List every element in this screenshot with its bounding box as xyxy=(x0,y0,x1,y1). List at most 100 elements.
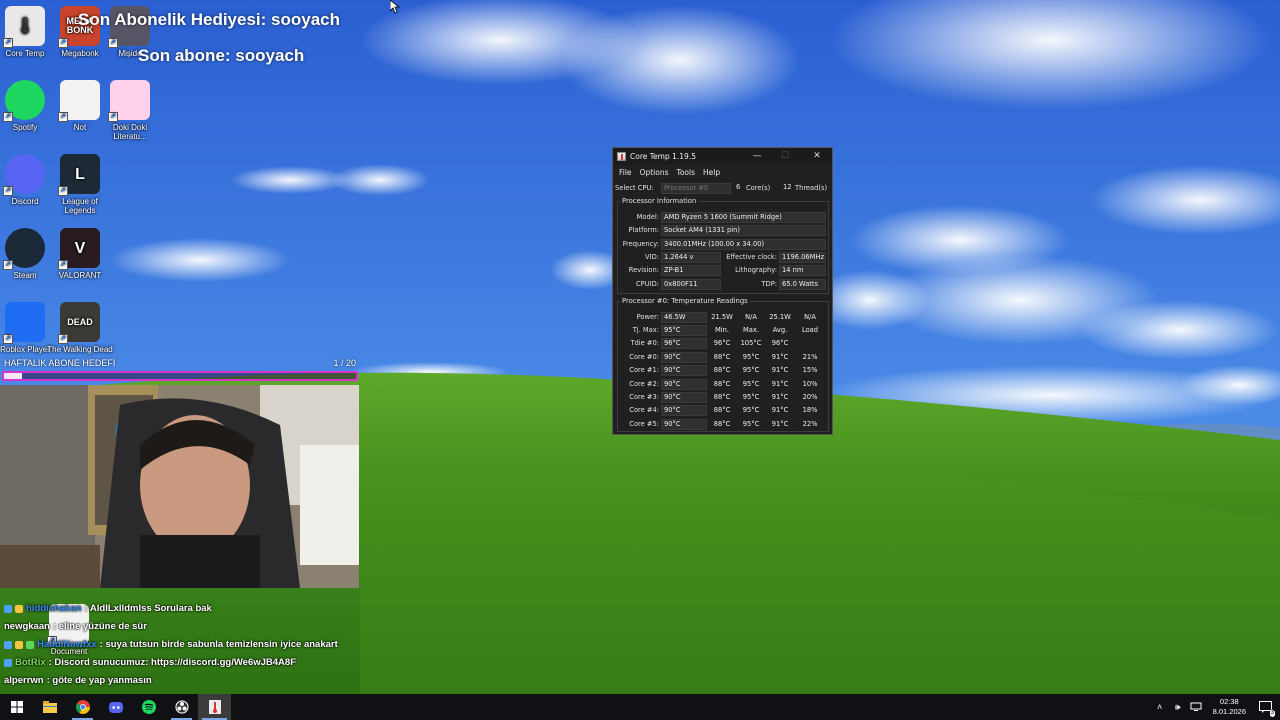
revision-label: Revision: xyxy=(628,266,659,274)
chat-text: : göte de yap yanmasın xyxy=(46,675,152,686)
obs-icon xyxy=(174,700,189,714)
minimize-button[interactable]: — xyxy=(743,148,771,165)
start-button[interactable] xyxy=(0,694,33,720)
desktop-icon-valorant[interactable]: V ↗ VALORANT xyxy=(47,228,113,280)
core-min: 88°C xyxy=(713,379,731,388)
power-label: Power: xyxy=(636,313,659,321)
chat-message: BotRix: Discord sunucumuz: https://disco… xyxy=(4,654,424,672)
effective-clock-label: Effective clock: xyxy=(726,253,777,261)
desktop-icon-doki-doki-literatu[interactable]: ↗ Doki Doki Literatu... xyxy=(97,80,163,141)
core-label: Core #5: xyxy=(629,419,659,428)
shortcut-arrow-icon: ↗ xyxy=(58,260,68,270)
app-icon: ↗ xyxy=(3,302,45,344)
core-load: 18% xyxy=(802,406,818,415)
core-avg: 91°C xyxy=(771,392,789,401)
window-titlebar[interactable]: Core Temp 1.19.5 — ☐ ✕ xyxy=(613,148,832,165)
taskbar-file-explorer[interactable] xyxy=(33,694,66,720)
column-min-header: Min. xyxy=(715,326,729,334)
core-label: Core #3: xyxy=(629,392,659,401)
revision-value: ZP-B1 xyxy=(661,265,721,276)
clock[interactable]: 02:38 8.01.2026 xyxy=(1213,697,1246,717)
chat-badge-icon xyxy=(26,641,34,649)
last-sub-overlay: Son abone: sooyach xyxy=(138,46,305,65)
chat-badge-icon xyxy=(4,641,12,649)
app-glyph: V xyxy=(74,239,86,257)
taskbar-discord[interactable] xyxy=(99,694,132,720)
network-icon[interactable] xyxy=(1189,700,1203,714)
spotify-icon xyxy=(141,700,156,714)
cpuid-value: 0x800F11 xyxy=(661,279,721,290)
taskbar-core-temp[interactable] xyxy=(198,694,231,720)
vid-label: VID: xyxy=(645,253,659,261)
window-title: Core Temp 1.19.5 xyxy=(630,152,696,161)
thermometer-icon xyxy=(617,152,626,161)
app-glyph: 🌡 xyxy=(14,17,36,35)
core-min: 88°C xyxy=(713,366,731,375)
core-avg: 91°C xyxy=(771,366,789,375)
shortcut-arrow-icon: ↗ xyxy=(58,186,68,196)
select-cpu-dropdown[interactable]: Processor #0 xyxy=(661,183,731,194)
notification-count: 3 xyxy=(1269,710,1275,717)
clock-time: 02:38 xyxy=(1219,697,1239,706)
lithography-value: 14 nm xyxy=(779,265,826,276)
core-label: Core #1: xyxy=(629,366,659,375)
taskbar-spotify[interactable] xyxy=(132,694,165,720)
clock-date: 8.01.2026 xyxy=(1212,707,1246,716)
core-temp-window[interactable]: Core Temp 1.19.5 — ☐ ✕ File Options Tool… xyxy=(612,147,833,435)
desktop-icon-league-of-legends[interactable]: L ↗ League of Legends xyxy=(47,154,113,215)
core-load: 15% xyxy=(802,366,818,375)
core-avg: 91°C xyxy=(771,379,789,388)
thermometer-icon xyxy=(208,700,221,714)
goal-progress-fill xyxy=(4,373,22,379)
desktop-icon-label: VALORANT xyxy=(58,271,102,280)
app-icon: 🌡 ↗ xyxy=(3,6,45,48)
chat-message: alperrwn: göte de yap yanmasın xyxy=(4,672,424,690)
menu-tools[interactable]: Tools xyxy=(673,168,699,177)
menu-help[interactable]: Help xyxy=(699,168,724,177)
desktop-icon-label: Doki Doki Literatu... xyxy=(112,123,148,141)
core-avg: 91°C xyxy=(771,353,789,361)
core-temp: 90°C xyxy=(661,405,707,417)
chat-badge-icon xyxy=(4,605,12,613)
power-value: N/A xyxy=(745,313,757,321)
app-icon: ↗ xyxy=(3,154,45,196)
windows-icon xyxy=(10,701,23,713)
platform-label: Platform: xyxy=(628,226,659,234)
shortcut-arrow-icon: ↗ xyxy=(108,112,118,122)
shortcut-arrow-icon: ↗ xyxy=(3,334,13,344)
app-icon: DEAD ↗ xyxy=(58,302,100,344)
menu-options[interactable]: Options xyxy=(636,168,673,177)
threads-label: Thread(s) xyxy=(795,184,828,192)
app-icon: V ↗ xyxy=(58,228,100,270)
speaker-icon[interactable]: 🕪 xyxy=(1171,700,1185,714)
taskbar-chrome[interactable] xyxy=(66,694,99,720)
core-label: Core #2: xyxy=(629,379,659,388)
column-load-header: Load xyxy=(801,326,819,334)
app-icon: ↗ xyxy=(58,80,100,122)
chat-message: hiddishakan: AldILxlldmlss Sorulara bak xyxy=(4,600,424,618)
system-tray: ˄ 🕪 02:38 8.01.2026 3 xyxy=(1151,694,1280,720)
maximize-button[interactable]: ☐ xyxy=(771,148,799,165)
column-max-header: Max. xyxy=(743,326,759,334)
menu-file[interactable]: File xyxy=(615,168,636,177)
shortcut-arrow-icon: ↗ xyxy=(3,260,13,270)
shortcut-arrow-icon: ↗ xyxy=(3,112,13,122)
core-avg: 91°C xyxy=(771,419,789,428)
chat-text: : suya tutsun birde sabunla temizlensin … xyxy=(99,639,338,650)
core-label: Core #4: xyxy=(629,406,659,415)
power-value: N/A xyxy=(804,313,816,321)
effective-clock-value: 1196.06MHz xyxy=(779,252,826,263)
desktop-icon-the-walking-dead[interactable]: DEAD ↗ The Walking Dead xyxy=(47,302,113,354)
notification-icon[interactable]: 3 xyxy=(1258,700,1275,717)
tdie-stat: 96°C xyxy=(713,339,731,347)
chevron-up-icon[interactable]: ˄ xyxy=(1153,700,1167,714)
core-load: 21% xyxy=(802,353,818,361)
tdie-temp: 96°C xyxy=(661,338,707,349)
taskbar-obs[interactable] xyxy=(165,694,198,720)
core-avg: 91°C xyxy=(771,406,789,415)
close-button[interactable]: ✕ xyxy=(803,148,831,165)
core-load: 20% xyxy=(802,392,818,401)
core-temp: 90°C xyxy=(661,391,707,403)
shortcut-arrow-icon: ↗ xyxy=(58,112,68,122)
select-cpu-label: Select CPU: xyxy=(615,184,654,192)
